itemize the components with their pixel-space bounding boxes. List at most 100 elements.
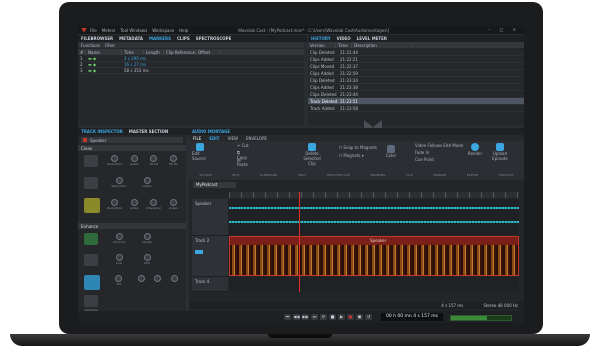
history-row[interactable]: Clips Added 21:22:59 — [308, 70, 524, 77]
knob-listen-2[interactable]: Listen — [138, 177, 156, 188]
edit-source-button[interactable]: Edit Source — [192, 143, 208, 161]
knob-listen[interactable]: Listen — [125, 155, 143, 166]
col-clip-reference[interactable]: Clip Reference — [164, 49, 196, 55]
track-header-4[interactable]: Track 4 — [192, 277, 228, 292]
knob-low-freq[interactable]: 16 Hz — [145, 155, 163, 166]
ribbon-tab-edit[interactable]: EDIT — [209, 136, 219, 141]
magnets-dropdown[interactable]: ⊓ Magnets ▾ — [339, 153, 369, 158]
render-button[interactable]: Render — [467, 143, 483, 156]
history-row[interactable]: Clip Deleted 21:21:44 — [308, 49, 524, 56]
knob-high-freq[interactable]: 56 Hz — [164, 155, 182, 166]
fade-in-button[interactable]: Fade In — [415, 150, 445, 155]
knob-reduction-2[interactable]: Reduction — [110, 177, 128, 188]
voice-denoiser-icon[interactable] — [84, 155, 98, 167]
history-row[interactable]: Clips Deleted 21:23:44 — [308, 91, 524, 98]
markers-filter-menu[interactable]: Filter — [105, 43, 115, 48]
knob-reduction-3[interactable]: Reduction — [106, 199, 124, 210]
knob-clarity[interactable]: Clarity — [138, 233, 156, 244]
time-display[interactable]: 00 h 00 mn 4 s 157 ms — [381, 313, 443, 321]
table-row[interactable]: 3 ▬ ◆ 58 s 353 ms — [78, 68, 304, 74]
tab-track-inspector[interactable]: TRACK INSPECTOR — [81, 129, 123, 134]
paste-button[interactable]: ▤ Paste — [237, 157, 251, 167]
record-icon[interactable] — [195, 250, 203, 254]
stop-button-2[interactable]: ◼ — [356, 314, 363, 320]
tab-history[interactable]: HISTORY — [311, 36, 331, 41]
history-row[interactable]: Clip Deleted 21:23:24 — [308, 77, 524, 84]
menu-workspace[interactable]: Workspace — [152, 28, 174, 33]
equalizer-icon[interactable] — [84, 275, 100, 290]
smooth-icon[interactable] — [84, 254, 98, 266]
col-description[interactable]: Description — [352, 42, 412, 48]
ribbon-tab-envelope[interactable]: ENVELOPE — [246, 136, 267, 141]
color-button[interactable]: Color — [383, 145, 399, 158]
reset-button[interactable]: ↺ — [365, 314, 372, 320]
knob-low[interactable]: Low — [110, 254, 128, 265]
history-row-selected[interactable]: Track Deleted 21:23:51 — [308, 98, 524, 105]
cue-point-button[interactable]: Cue Point — [415, 157, 445, 162]
markers-functions-menu[interactable]: Functions — [81, 43, 100, 48]
rewind-button[interactable]: ◀◀ — [293, 314, 300, 320]
knob-character[interactable]: Character — [145, 199, 163, 210]
clean-section-title[interactable]: Clean — [78, 145, 186, 151]
inspector-track-select[interactable]: Speaker — [81, 137, 183, 143]
ribbon-tab-view[interactable]: VIEW — [228, 136, 238, 141]
menu-file[interactable]: File — [90, 28, 97, 33]
upload-episode-button[interactable]: Upload Episode — [489, 143, 511, 161]
knob-reduction-4[interactable]: Listen — [164, 199, 182, 210]
track-1-lane[interactable] — [229, 199, 519, 235]
tab-metadata[interactable]: METADATA — [119, 36, 143, 41]
tab-level-meter[interactable]: LEVEL METER — [357, 36, 387, 41]
menu-meters[interactable]: Meters — [102, 28, 116, 33]
tab-spectroscope[interactable]: SPECTROSCOPE — [196, 36, 232, 41]
col-hist-time[interactable]: Time — [336, 42, 352, 48]
record-button[interactable]: ● — [347, 314, 354, 320]
time-ruler[interactable] — [229, 192, 519, 198]
document-tab[interactable]: MyPodcast — [193, 182, 236, 188]
loop-button[interactable]: ⟳ — [320, 314, 327, 320]
speaker-clip[interactable]: Speaker — [229, 236, 519, 276]
knob-mid[interactable]: Mid — [138, 254, 156, 265]
col-offset[interactable]: Offset — [196, 49, 220, 55]
tab-video[interactable]: VIDEO — [337, 36, 351, 41]
deesser-icon[interactable] — [84, 198, 100, 213]
video-follows-edit-toggle[interactable]: Video Follows Edit Mode — [415, 143, 465, 148]
knob-tilt[interactable]: Tilt — [110, 275, 128, 286]
optimize-icon[interactable] — [84, 295, 98, 307]
tab-filebrowser[interactable]: FILEBROWSER — [81, 36, 113, 41]
track-header-1[interactable]: Speaker — [192, 199, 228, 236]
knob-eq-3[interactable] — [154, 275, 162, 286]
col-time[interactable]: Time — [122, 49, 144, 55]
menu-tool-windows[interactable]: Tool Windows — [120, 28, 147, 33]
history-row[interactable]: Clips Moved 21:22:37 — [308, 63, 524, 70]
history-row[interactable]: Clips Added 21:22:21 — [308, 56, 524, 63]
enhance-section-title[interactable]: Enhance — [78, 223, 186, 229]
playhead[interactable] — [299, 192, 300, 292]
tab-master-section[interactable]: MASTER SECTION — [129, 129, 168, 134]
track-2-lane[interactable]: Speaker — [229, 236, 519, 276]
go-to-end-button[interactable]: ⏭ — [311, 314, 318, 320]
track-header-2[interactable]: Track 2 — [192, 236, 228, 277]
knob-eq-2[interactable] — [137, 275, 145, 286]
col-length[interactable]: Length — [144, 49, 164, 55]
history-row[interactable]: Clips Added 21:23:38 — [308, 84, 524, 91]
track-4-lane[interactable] — [229, 277, 519, 291]
go-to-start-button[interactable]: ⏮ — [284, 314, 291, 320]
ribbon-tab-file[interactable]: FILE — [193, 136, 201, 141]
knob-eq-4[interactable] — [171, 275, 179, 286]
knob-reduction[interactable]: Reduction — [106, 155, 124, 166]
play-button[interactable]: ▶ — [338, 314, 345, 320]
knob-amount[interactable]: Amount — [110, 233, 128, 244]
col-version[interactable]: Version — [308, 42, 336, 48]
col-num[interactable]: # — [78, 49, 86, 55]
tab-audio-montage[interactable]: AUDIO MONTAGE — [192, 129, 230, 134]
knob-listen-3[interactable]: Listen — [125, 199, 143, 210]
stop-button[interactable]: ■ — [329, 314, 336, 320]
window-controls[interactable]: – □ × — [488, 27, 520, 32]
history-row[interactable]: Track Added 21:23:58 — [308, 105, 524, 112]
menu-help[interactable]: Help — [179, 28, 188, 33]
tab-clips[interactable]: CLIPS — [177, 36, 190, 41]
voice-enhancer-icon[interactable] — [84, 233, 98, 245]
forward-button[interactable]: ▶▶ — [302, 314, 309, 320]
col-name[interactable]: Name — [86, 49, 122, 55]
declicker-icon[interactable] — [84, 177, 98, 189]
